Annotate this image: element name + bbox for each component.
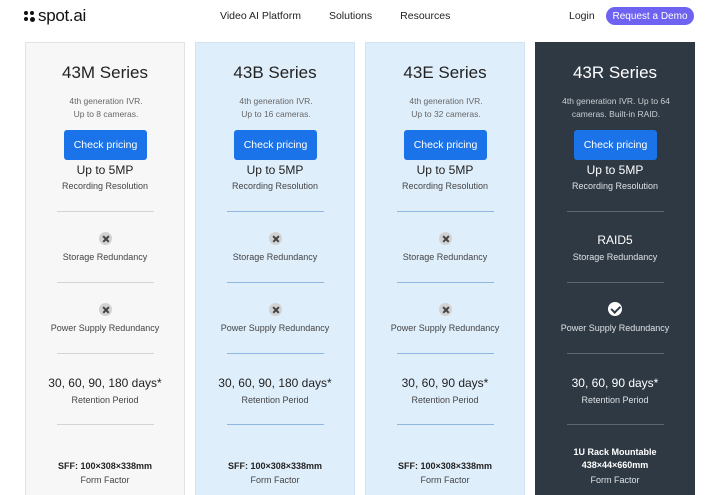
plan-title: 43M Series [62, 63, 148, 82]
logo[interactable]: spot.ai [24, 6, 86, 26]
logo-text: spot.ai [38, 6, 86, 25]
retention-value: 30, 60, 90 days* [571, 376, 659, 390]
pricing-card-43m: 43M Series 4th generation IVR. Up to 8 cam… [25, 42, 185, 495]
spot-logo-icon [24, 10, 35, 22]
section-divider [397, 282, 494, 283]
x-circle-icon [269, 303, 282, 316]
resolution-label: Recording Resolution [231, 181, 319, 191]
section-divider [397, 211, 494, 212]
form-factor-label: Form Factor [590, 475, 640, 485]
plan-description-line: Up to 32 cameras. [411, 109, 481, 119]
retention-value: 30, 60, 90 days* [401, 376, 489, 390]
form-factor-label: Form Factor [80, 475, 130, 485]
nav-link-solutions[interactable]: Solutions [329, 10, 372, 22]
login-link[interactable]: Login [569, 10, 595, 22]
plan-description-line: Up to 8 cameras. [73, 109, 139, 119]
plan-title: 43E Series [403, 63, 487, 82]
section-divider [227, 282, 324, 283]
power-supply-redundancy-label: Power Supply Redundancy [560, 323, 670, 333]
section-divider [567, 424, 664, 425]
section-divider [397, 424, 494, 425]
form-factor-line: SFF: 100×308×338mm [227, 461, 323, 471]
nav-link-video-ai-platform[interactable]: Video AI Platform [220, 10, 301, 22]
pricing-card-43e: 43E Series 4th generation IVR. Up to 32 ca… [365, 42, 525, 495]
plan-description-line: 4th generation IVR. [69, 96, 143, 106]
form-factor-value: SFF: 100×308×338mm [196, 461, 354, 471]
form-factor-line: 1U Rack Mountable [573, 447, 657, 457]
x-circle-icon [439, 303, 452, 316]
section-divider [227, 211, 324, 212]
plan-title: 43B Series [233, 63, 317, 82]
check-pricing-button[interactable]: Check pricing [574, 130, 657, 160]
retention-label: Retention Period [241, 395, 309, 405]
resolution-label: Recording Resolution [571, 181, 659, 191]
plan-description: 4th generation IVR. Up to 64 cameras. Bui… [544, 95, 688, 121]
x-circle-icon [439, 232, 452, 245]
storage-redundancy-label: Storage Redundancy [402, 252, 488, 262]
retention-label: Retention Period [411, 395, 479, 405]
resolution-value: Up to 5MP [586, 163, 644, 177]
retention-value: 30, 60, 90, 180 days* [218, 376, 332, 390]
plan-title: 43R Series [572, 63, 658, 82]
pricing-card-43b: 43B Series 4th generation IVR. Up to 16 ca… [195, 42, 355, 495]
plan-description: 4th generation IVR. Up to 16 cameras. [204, 95, 348, 121]
x-circle-icon [99, 303, 112, 316]
section-divider [567, 282, 664, 283]
plan-description-line: 4th generation IVR. [409, 96, 483, 106]
section-divider [227, 353, 324, 354]
form-factor-value: SFF: 100×308×338mm [26, 461, 184, 471]
form-factor-value: SFF: 100×308×338mm [366, 461, 524, 471]
nav-link-resources[interactable]: Resources [400, 10, 450, 22]
form-factor-line: 438×44×660mm [581, 460, 649, 470]
section-divider [227, 424, 324, 425]
form-factor-label: Form Factor [420, 475, 470, 485]
power-supply-redundancy-label: Power Supply Redundancy [390, 323, 500, 333]
plan-description-line: 4th generation IVR. Up to 64 [562, 96, 670, 106]
section-divider [567, 353, 664, 354]
retention-value: 30, 60, 90, 180 days* [48, 376, 162, 390]
check-pricing-button[interactable]: Check pricing [234, 130, 317, 160]
form-factor-line: SFF: 100×308×338mm [397, 461, 493, 471]
section-divider [57, 353, 154, 354]
section-divider [57, 211, 154, 212]
storage-redundancy-label: Storage Redundancy [62, 252, 148, 262]
form-factor-value: 1U Rack Mountable 438×44×660mm [536, 446, 694, 472]
check-pricing-button[interactable]: Check pricing [64, 130, 147, 160]
pricing-card-43r: 43R Series 4th generation IVR. Up to 64 ca… [535, 42, 695, 495]
section-divider [567, 211, 664, 212]
plan-description-line: cameras. Built-in RAID. [571, 109, 661, 119]
top-nav: spot.ai Video AI Platform Solutions Reso… [0, 0, 720, 34]
plan-description: 4th generation IVR. Up to 8 cameras. [34, 95, 178, 121]
storage-redundancy-label: Storage Redundancy [232, 252, 318, 262]
storage-redundancy-label: Storage Redundancy [572, 252, 658, 262]
resolution-label: Recording Resolution [61, 181, 149, 191]
plan-description: 4th generation IVR. Up to 32 cameras. [374, 95, 518, 121]
request-demo-button[interactable]: Request a Demo [606, 7, 694, 25]
plan-description-line: 4th generation IVR. [239, 96, 313, 106]
resolution-value: Up to 5MP [416, 163, 474, 177]
retention-label: Retention Period [581, 395, 649, 405]
x-circle-icon [269, 232, 282, 245]
check-pricing-button[interactable]: Check pricing [404, 130, 487, 160]
resolution-value: Up to 5MP [246, 163, 304, 177]
resolution-label: Recording Resolution [401, 181, 489, 191]
form-factor-label: Form Factor [250, 475, 300, 485]
power-supply-redundancy-label: Power Supply Redundancy [220, 323, 330, 333]
check-circle-icon [608, 302, 622, 316]
power-supply-redundancy-label: Power Supply Redundancy [50, 323, 160, 333]
storage-redundancy-value: RAID5 [597, 233, 633, 247]
section-divider [57, 424, 154, 425]
section-divider [397, 353, 494, 354]
resolution-value: Up to 5MP [76, 163, 134, 177]
x-circle-icon [99, 232, 112, 245]
plan-description-line: Up to 16 cameras. [241, 109, 311, 119]
section-divider [57, 282, 154, 283]
form-factor-line: SFF: 100×308×338mm [57, 461, 153, 471]
nav-links: Video AI Platform Solutions Resources [220, 10, 450, 22]
retention-label: Retention Period [71, 395, 139, 405]
